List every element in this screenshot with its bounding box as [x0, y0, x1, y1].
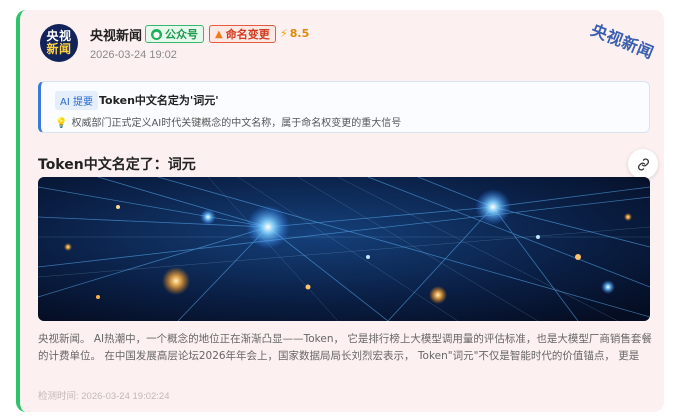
ai-summary-line: 💡 权威部门正式定义AI时代关键概念的中文名称，属于命名权变更的重大信号: [55, 114, 401, 129]
account-type-badge: ● 公众号: [145, 25, 204, 43]
publish-date: 2026-03-24 19:02: [90, 49, 177, 61]
link-icon: [637, 157, 649, 171]
category-badge: ▲ 命名变更: [209, 25, 276, 43]
wechat-icon: ●: [151, 28, 162, 40]
brand-watermark: 央视新闻: [588, 20, 657, 63]
bolt-icon: ⚡: [280, 27, 288, 40]
ai-summary-text: 权威部门正式定义AI时代关键概念的中文名称，属于命名权变更的重大信号: [71, 118, 402, 129]
article-excerpt: 央视新闻。 AI热潮中，一个概念的地位正在渐渐凸显——Token， 它是排行榜上…: [38, 333, 652, 362]
category-label: 命名变更: [225, 28, 270, 41]
avatar-text-line2: 新闻: [46, 42, 72, 56]
fire-icon: ▲: [215, 28, 223, 40]
lightbulb-icon: 💡: [55, 118, 68, 129]
copy-link-button[interactable]: [628, 149, 658, 179]
account-type-label: 公众号: [165, 28, 198, 41]
ai-summary-title: Token中文名定为'词元': [99, 94, 219, 107]
account-name[interactable]: 央视新闻: [90, 25, 142, 44]
detection-time: 检测时间: 2026-03-24 19:02:24: [38, 391, 170, 402]
news-card[interactable]: 央视 新闻 央视新闻 ● 公众号 ▲ 命名变更 ⚡ 8.5 2026-03-24 …: [16, 10, 664, 412]
article-title[interactable]: Token中文名定了：词元: [38, 154, 196, 174]
score-badge: ⚡ 8.5: [280, 27, 309, 40]
account-avatar[interactable]: 央视 新闻: [40, 24, 78, 62]
ai-summary-tag: AI 提要: [55, 91, 98, 110]
ai-summary-box: AI 提要 Token中文名定为'词元' 💡 权威部门正式定义AI时代关键概念的中…: [38, 81, 650, 133]
score-value: 8.5: [289, 27, 310, 40]
article-cover-image[interactable]: [38, 177, 650, 321]
